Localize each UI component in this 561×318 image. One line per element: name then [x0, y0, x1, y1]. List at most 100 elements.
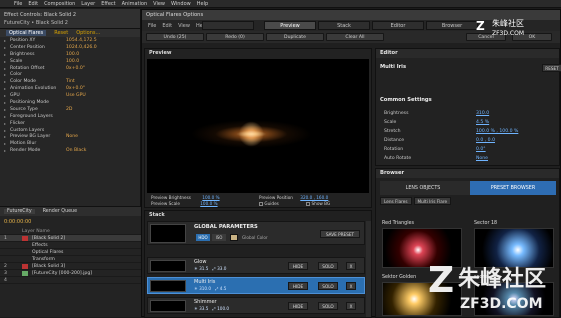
effect-property-row[interactable]: ▸ Animation Evolution 0x+0.0°: [0, 85, 140, 92]
timeline-layer-row[interactable]: 3 [FutureCity [000-200].jpg]: [0, 270, 141, 277]
global-on-toggle[interactable]: HDO: [196, 234, 210, 241]
scale-value[interactable]: 100.0: [217, 306, 229, 311]
expand-triangle-icon[interactable]: ▸: [4, 86, 6, 91]
redo-button[interactable]: Redo (0): [206, 33, 264, 41]
stack-layer-shimmer[interactable]: Shimmer ☀ 33.5 ⤢ 100.0 HIDE SOLO X: [147, 297, 365, 314]
brightness-value[interactable]: 33.5: [199, 306, 208, 311]
timeline-layer-row[interactable]: 2 [Black Solid 3]: [0, 263, 141, 270]
property-value[interactable]: 0x+0.0°: [66, 86, 85, 91]
menu-view[interactable]: View: [153, 1, 165, 7]
setting-value[interactable]: None: [476, 156, 488, 161]
timeline-layer-row[interactable]: Effects: [0, 242, 141, 249]
preview-position-value[interactable]: 320.0 , 160.0: [300, 195, 328, 200]
property-value[interactable]: On Black: [66, 148, 86, 153]
solo-button[interactable]: SOLO: [318, 282, 338, 290]
expand-triangle-icon[interactable]: ▸: [4, 128, 6, 133]
scale-value[interactable]: 33.0: [217, 266, 226, 271]
effect-property-row[interactable]: ▸ Source Type 2D: [0, 106, 140, 113]
tab-futurecity[interactable]: FutureCity: [4, 209, 35, 214]
expand-triangle-icon[interactable]: ▸: [4, 45, 6, 50]
timeline-layer-row[interactable]: 1 [Black Solid 2]: [0, 235, 141, 242]
expand-triangle-icon[interactable]: ▸: [4, 148, 6, 153]
effect-property-row[interactable]: ▸ Flicker: [0, 120, 140, 127]
timeline-layer-row[interactable]: Transform: [0, 256, 141, 263]
timeline-layer-row[interactable]: 4: [0, 277, 141, 284]
menu-layer[interactable]: Layer: [81, 1, 95, 7]
effect-controls-tab[interactable]: Effect Controls: Black Solid 2: [4, 12, 76, 18]
flare-preview-image[interactable]: [147, 59, 369, 193]
expand-triangle-icon[interactable]: ▸: [4, 134, 6, 139]
expand-triangle-icon[interactable]: ▸: [4, 141, 6, 146]
brightness-value[interactable]: 310.0: [199, 286, 211, 291]
property-value[interactable]: 1024.0,426.0: [66, 45, 97, 50]
stack-scrollbar[interactable]: [366, 221, 371, 317]
setting-value[interactable]: 100.0 % , 100.0 %: [476, 129, 518, 134]
property-value[interactable]: 2D: [66, 107, 72, 112]
tab-editor[interactable]: Editor: [372, 21, 424, 30]
setting-value[interactable]: 0.0°: [476, 147, 486, 152]
menu-edit[interactable]: Edit: [28, 1, 38, 7]
stack-layer-multi-iris[interactable]: Multi Iris ☀ 310.0 ⤢ 4.5 HIDE SOLO X: [147, 277, 365, 294]
expand-triangle-icon[interactable]: ▸: [4, 38, 6, 43]
expand-triangle-icon[interactable]: ▸: [4, 121, 6, 126]
of-menu-edit[interactable]: Edit: [162, 23, 172, 29]
expand-triangle-icon[interactable]: ▸: [4, 72, 6, 77]
property-value[interactable]: Tint: [66, 79, 75, 84]
effect-reset-link[interactable]: Reset: [54, 30, 68, 36]
delete-layer-button[interactable]: X: [346, 262, 356, 270]
property-value[interactable]: 100.0: [66, 59, 79, 64]
brightness-value[interactable]: 31.5: [199, 266, 208, 271]
effect-property-row[interactable]: ▸ GPU Use GPU: [0, 92, 140, 99]
property-value[interactable]: 1054.4,172.5: [66, 38, 97, 43]
stack-layer-glow[interactable]: Glow ☀ 31.5 ⤢ 33.0 HIDE SOLO X: [147, 257, 365, 274]
expand-triangle-icon[interactable]: ▸: [4, 93, 6, 98]
effect-property-row[interactable]: ▸ Rotation Offset 0x+0.0°: [0, 65, 140, 72]
effect-options-link[interactable]: Options...: [76, 30, 100, 36]
hide-button[interactable]: HIDE: [288, 282, 308, 290]
property-value[interactable]: None: [66, 134, 78, 139]
clear-all-button[interactable]: Clear All: [326, 33, 384, 41]
effect-property-row[interactable]: ▸ Preview BG Layer None: [0, 133, 140, 140]
delete-layer-button[interactable]: X: [346, 302, 356, 310]
crumb-lens-flares[interactable]: Lens Flares: [380, 197, 412, 205]
preset-tile[interactable]: Sektor Golden: [382, 275, 462, 316]
setting-value[interactable]: 310.0: [476, 111, 489, 116]
editor-reset-button[interactable]: RESET: [542, 64, 561, 72]
menu-help[interactable]: Help: [197, 1, 208, 7]
setting-value[interactable]: 0.0 , 0.0: [476, 138, 495, 143]
expand-triangle-icon[interactable]: ▸: [4, 79, 6, 84]
timeline-layer-row[interactable]: Optical Flares: [0, 249, 141, 256]
solo-button[interactable]: SOLO: [318, 302, 338, 310]
global-parameters-row[interactable]: GLOBAL PARAMETERS HDO ISO Global Color S…: [147, 221, 365, 245]
expand-triangle-icon[interactable]: ▸: [4, 66, 6, 71]
setting-value[interactable]: 4.5 %: [476, 120, 489, 125]
scale-value[interactable]: 4.5: [220, 286, 227, 291]
expand-triangle-icon[interactable]: ▸: [4, 59, 6, 64]
effect-property-row[interactable]: ▸ Center Position 1024.0,426.0: [0, 44, 140, 51]
preview-scale-value[interactable]: 100.0 %: [200, 201, 217, 206]
delete-layer-button[interactable]: X: [346, 282, 356, 290]
effect-property-row[interactable]: ▸ Positioning Mode: [0, 99, 140, 106]
hide-button[interactable]: HIDE: [288, 302, 308, 310]
expand-triangle-icon[interactable]: ▸: [4, 107, 6, 112]
timecode[interactable]: 0:00:00:00: [0, 216, 141, 228]
property-value[interactable]: Use GPU: [66, 93, 86, 98]
global-off-toggle[interactable]: ISO: [212, 234, 226, 241]
undo-button[interactable]: Undo (25): [146, 33, 204, 41]
tab-render-queue[interactable]: Render Queue: [43, 209, 77, 214]
preset-tile[interactable]: Sector 18: [474, 221, 554, 268]
preview-brightness-value[interactable]: 100.0 %: [202, 195, 219, 200]
menu-animation[interactable]: Animation: [122, 1, 148, 7]
lens-objects-tab[interactable]: LENS OBJECTS: [380, 181, 466, 195]
effect-property-row[interactable]: ▸ Motion Blur: [0, 140, 140, 147]
effect-property-row[interactable]: ▸ Custom Layers: [0, 127, 140, 134]
menu-window[interactable]: Window: [171, 1, 191, 7]
global-color-swatch[interactable]: [230, 234, 238, 241]
menu-composition[interactable]: Composition: [44, 1, 75, 7]
menu-effect[interactable]: Effect: [101, 1, 115, 7]
effect-name[interactable]: Optical Flares: [6, 30, 47, 36]
save-preset-button[interactable]: SAVE PRESET: [320, 230, 360, 238]
effect-property-row[interactable]: ▸ Render Mode On Black: [0, 147, 140, 154]
hide-button[interactable]: HIDE: [288, 262, 308, 270]
tab-preview[interactable]: Preview: [264, 21, 316, 30]
